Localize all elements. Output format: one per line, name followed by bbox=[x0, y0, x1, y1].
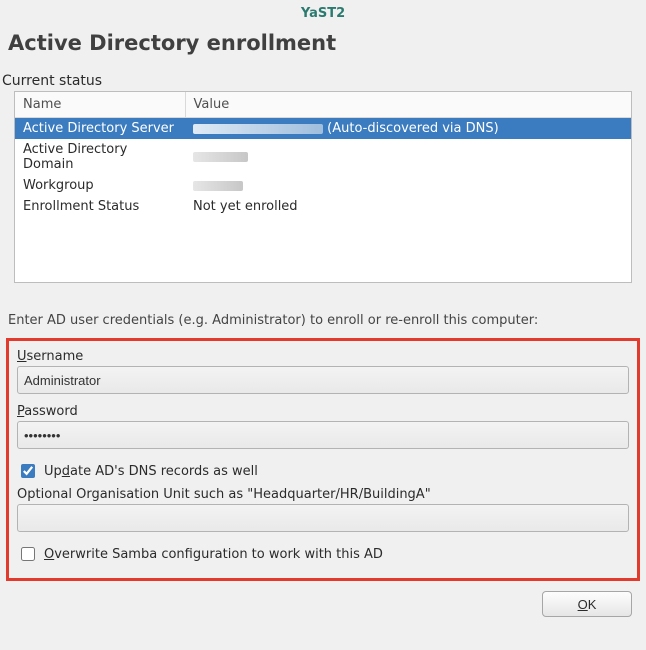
status-table[interactable]: Name Value Active Directory Server (Auto… bbox=[15, 92, 631, 217]
username-input[interactable] bbox=[17, 366, 629, 394]
username-label: Username bbox=[17, 347, 629, 366]
overwrite-samba-checkbox[interactable] bbox=[21, 547, 35, 561]
password-input[interactable] bbox=[17, 421, 629, 449]
window-title: YaST2 bbox=[0, 0, 646, 23]
status-cell-value bbox=[185, 175, 631, 196]
status-cell-value: Not yet enrolled bbox=[185, 196, 631, 217]
status-section-label: Current status bbox=[0, 73, 646, 91]
col-value[interactable]: Value bbox=[185, 92, 631, 118]
status-cell-name: Workgroup bbox=[15, 175, 185, 196]
credentials-instructions: Enter AD user credentials (e.g. Administ… bbox=[0, 283, 646, 338]
credentials-form-highlight: Username Password Update AD's DNS record… bbox=[6, 338, 640, 581]
status-table-header: Name Value bbox=[15, 92, 631, 118]
overwrite-samba-label: Overwrite Samba configuration to work wi… bbox=[44, 547, 383, 562]
status-cell-name: Enrollment Status bbox=[15, 196, 185, 217]
overwrite-samba-row[interactable]: Overwrite Samba configuration to work wi… bbox=[17, 540, 629, 568]
update-dns-checkbox[interactable] bbox=[21, 464, 35, 478]
ok-button[interactable]: OK bbox=[542, 591, 632, 617]
password-label: Password bbox=[17, 402, 629, 421]
status-table-container: Name Value Active Directory Server (Auto… bbox=[14, 91, 632, 283]
update-dns-label: Update AD's DNS records as well bbox=[44, 464, 258, 479]
status-row-ad-server[interactable]: Active Directory Server (Auto-discovered… bbox=[15, 118, 631, 140]
col-name[interactable]: Name bbox=[15, 92, 185, 118]
status-cell-name: Active Directory Server bbox=[15, 118, 185, 140]
org-unit-input[interactable] bbox=[17, 504, 629, 532]
button-bar: OK bbox=[0, 581, 646, 617]
page-heading: Active Directory enrollment bbox=[0, 23, 646, 73]
status-row-ad-domain[interactable]: Active Directory Domain bbox=[15, 139, 631, 175]
org-unit-label: Optional Organisation Unit such as "Head… bbox=[17, 485, 629, 504]
status-row-workgroup[interactable]: Workgroup bbox=[15, 175, 631, 196]
status-cell-value bbox=[185, 139, 631, 175]
status-cell-name: Active Directory Domain bbox=[15, 139, 185, 175]
update-dns-row[interactable]: Update AD's DNS records as well bbox=[17, 457, 629, 485]
status-row-enrollment[interactable]: Enrollment Status Not yet enrolled bbox=[15, 196, 631, 217]
status-cell-value: (Auto-discovered via DNS) bbox=[185, 118, 631, 140]
